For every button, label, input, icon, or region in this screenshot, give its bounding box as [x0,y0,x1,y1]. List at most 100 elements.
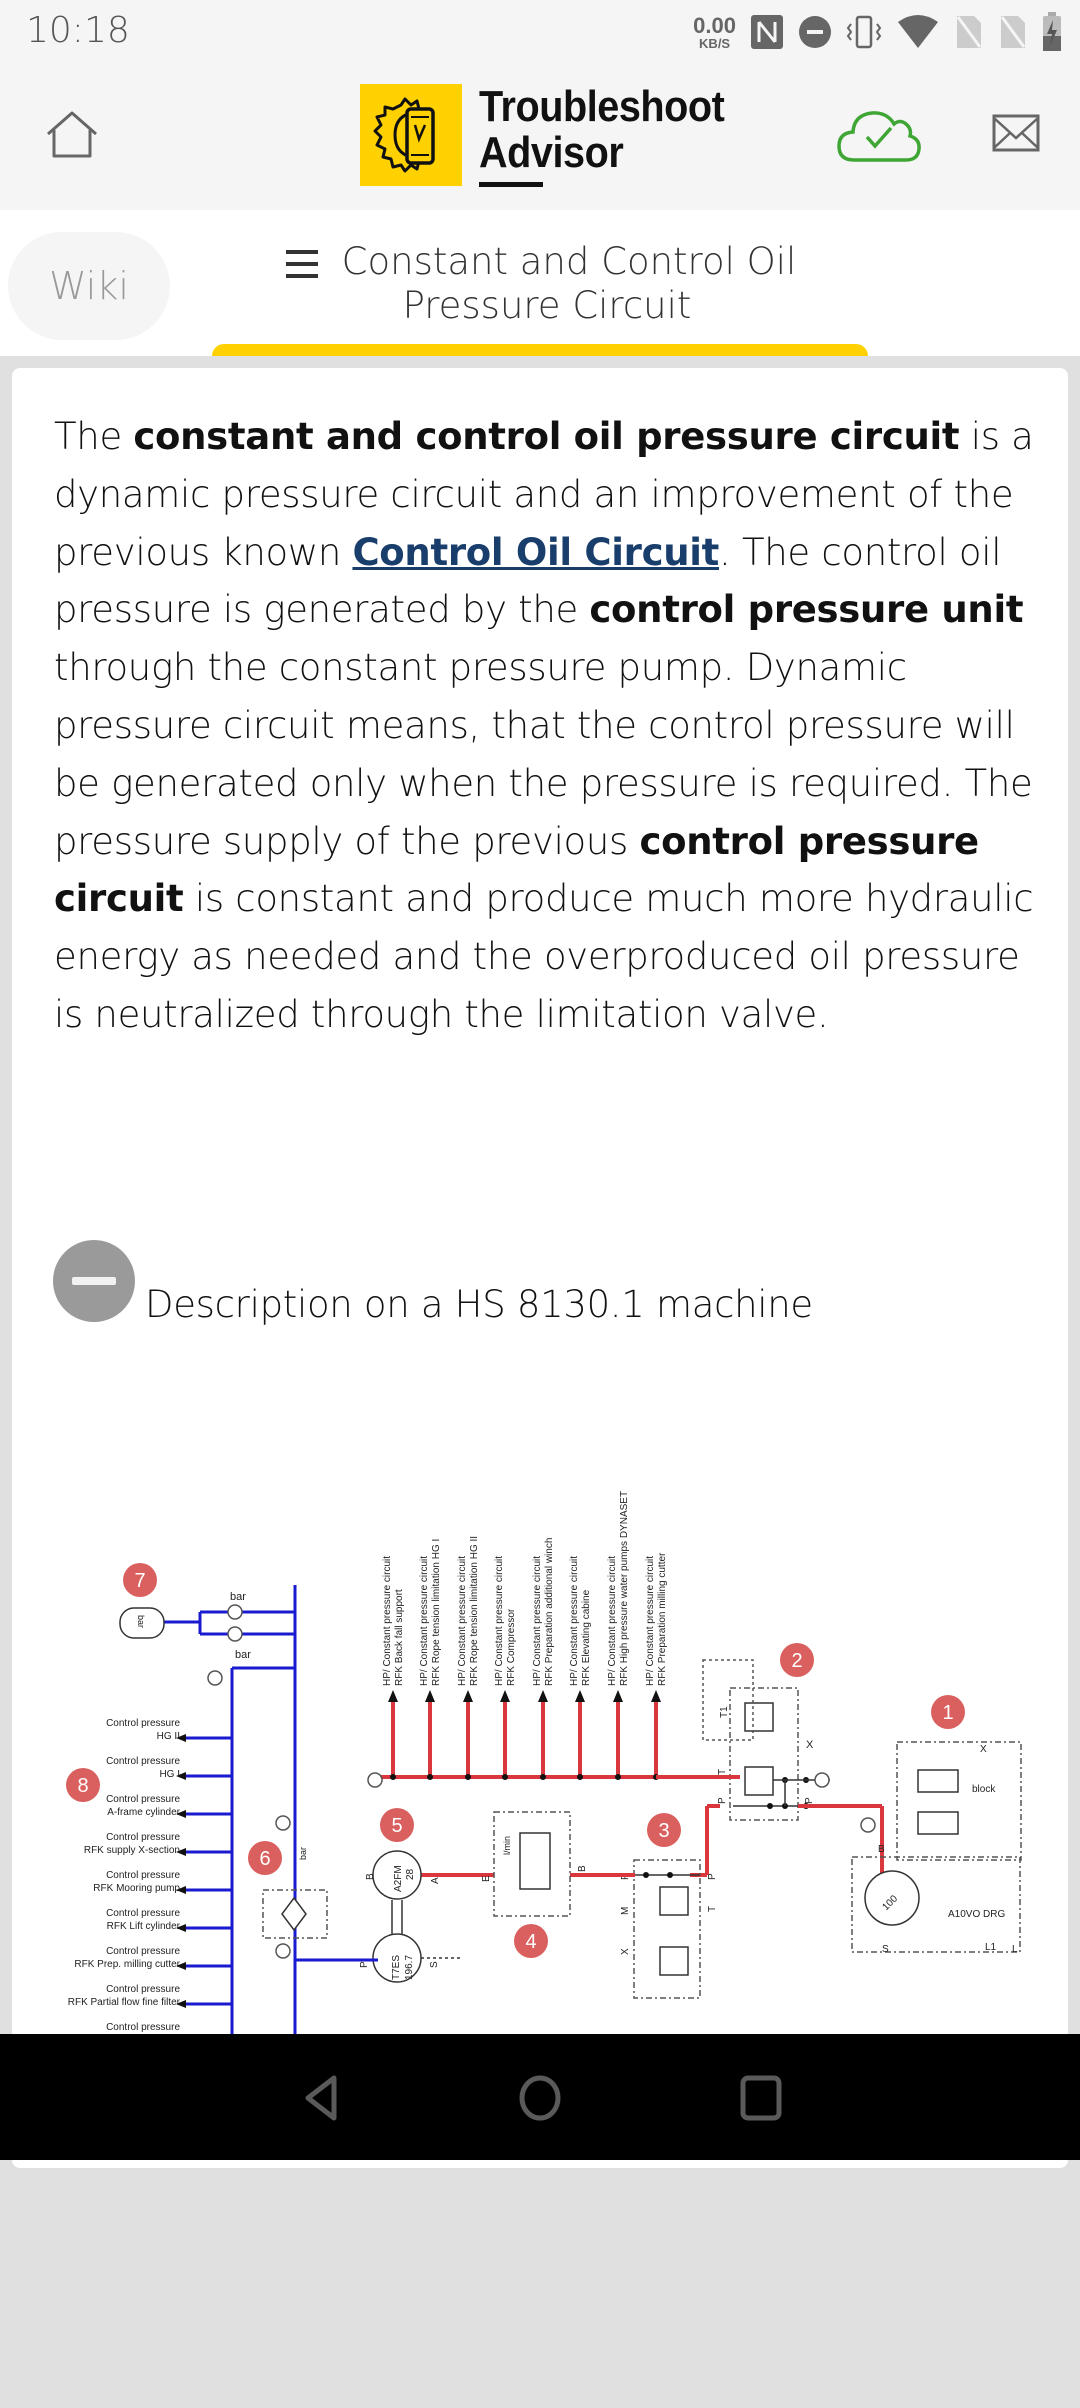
port-label: B [878,1844,885,1855]
junction-dot [767,1803,773,1809]
port-label: E [481,1875,492,1882]
marker-label: 7 [134,1570,145,1592]
pressure-gauge-icon [275,1815,291,1831]
pressure-gauge-icon [227,1604,243,1620]
hp-output-label: HP/ Constant pressure circuit [419,1556,430,1686]
hp-output-label: RFK Rope tension limitation HG II [469,1536,480,1686]
arrow-head [500,1690,510,1702]
nfc-icon [751,15,783,49]
gauge-label: bar [235,1649,251,1661]
cloud-sync-check-icon[interactable] [836,104,922,164]
mail-icon[interactable] [992,114,1040,152]
marker-label: 6 [259,1848,270,1870]
wiki-button[interactable]: Wiki [8,232,170,340]
back-icon[interactable] [296,2070,352,2126]
valve-block-label: block [972,1784,996,1795]
do-not-disturb-icon [799,16,831,48]
battery-charging-icon [1043,12,1061,51]
port-label: S [882,1944,889,1955]
valve-element [659,1946,689,1976]
port-label: T1 [719,1706,730,1718]
control-oil-circuit-link[interactable]: Control Oil Circuit [352,531,719,574]
pressure-gauge-icon [275,1943,291,1959]
wifi-icon [898,15,938,48]
recents-icon[interactable] [733,2070,789,2126]
flow-valve-4-box [493,1811,571,1917]
control-output-label: Control pressure [106,1984,180,1995]
title-bar: Wiki Constant and Control Oil Pressure C… [0,210,1080,356]
arrow-head [463,1690,473,1702]
hp-output-label: HP/ Constant pressure circuit [569,1556,580,1686]
port-label: X [620,1948,631,1955]
home-nav-icon[interactable] [512,2070,568,2126]
marker-label: 4 [525,1931,536,1953]
pressure-gauge-icon [227,1626,243,1642]
port-label: P [359,1961,370,1968]
hp-output-label: RFK Preparation milling cutter [657,1552,668,1686]
valve-block-box [896,1741,1022,1861]
page-title: Constant and Control Oil Pressure Circui… [341,240,797,327]
port-label: P [804,1797,815,1804]
control-output-label: RFK supply X-section [84,1845,180,1856]
active-tab-indicator [212,344,868,356]
pressure-gauge-icon [814,1772,830,1788]
port-label: L1 [985,1942,997,1953]
pressure-gauge-icon [860,1817,876,1833]
hydraulic-circuit-diagram: HP/ Constant pressure circuit RFK Back fa… [66,1491,1022,2034]
marker-label: 5 [391,1815,402,1837]
port-label: X [980,1744,987,1755]
port-label: P [707,1873,718,1880]
marker-label: 8 [77,1775,88,1797]
hp-output-label: RFK High pressure water pumps DYNASET [619,1491,630,1686]
status-time: 10:18 [26,10,130,51]
junction-dot [577,1774,583,1780]
control-output-label: RFK Partial flow fine filter [68,1997,181,2008]
control-output-label: Control pressure [106,1946,180,1957]
pump-label: A10VO DRG [948,1909,1005,1920]
port-label: B [577,1865,588,1872]
app-logo: Troubleshoot Advisor [360,84,752,187]
logo-text: Troubleshoot Advisor [479,82,725,177]
control-output-label: A-frame cylinder [107,1807,180,1818]
control-output-label: Control pressure [106,2022,180,2033]
hp-output-label: HP/ Constant pressure circuit [494,1556,505,1686]
port-label: B [365,1873,376,1880]
valve-element [744,1766,774,1796]
port-label: P [717,1797,728,1804]
arrow-head [425,1690,435,1702]
arrow-head [613,1690,623,1702]
no-sim-icon [956,16,982,48]
relief-valve-2-box [729,1687,799,1821]
control-output-label: RFK Prep. milling cutter [74,1959,180,1970]
port-label: L [1012,1944,1018,1955]
port-label: X [806,1739,814,1751]
article-text: The constant and control oil pressure ci… [54,415,1034,1036]
home-icon[interactable] [44,110,100,160]
port-label: M [620,1907,631,1915]
marker-label: 2 [791,1650,802,1672]
control-output-label: HG I [159,1769,180,1780]
status-bar: 10:18 0.00 KB/S [0,0,1080,64]
network-speed: 0.00 KB/S [693,14,736,51]
hp-output-label: RFK Elevating cabine [581,1589,592,1686]
arrow-head [388,1690,398,1702]
valve-label: l/min [502,1836,512,1855]
pressure-gauge-icon [207,1670,223,1686]
collapse-icon[interactable] [53,1240,135,1322]
network-speed-unit: KB/S [699,35,731,51]
motor-size: 28 [405,1868,416,1880]
system-nav-bar [0,2034,1080,2160]
hp-output-label: RFK Preparation additional winch [544,1538,555,1686]
section-header[interactable]: Description on a HS 8130.1 machine [53,1240,813,1326]
arrow-head [538,1690,548,1702]
vibrate-icon [846,15,882,49]
junction-dot [667,1872,673,1878]
junction-dot [465,1774,471,1780]
arrow-head [575,1690,585,1702]
diagram-content: HP/ Constant pressure circuit RFK Back fa… [66,1491,1022,2034]
port-label: A [430,1877,441,1884]
junction-dot [540,1774,546,1780]
valve-element [917,1811,959,1835]
gauge-label: bar [298,1847,308,1860]
reducing-valve-3-box [633,1859,701,1999]
